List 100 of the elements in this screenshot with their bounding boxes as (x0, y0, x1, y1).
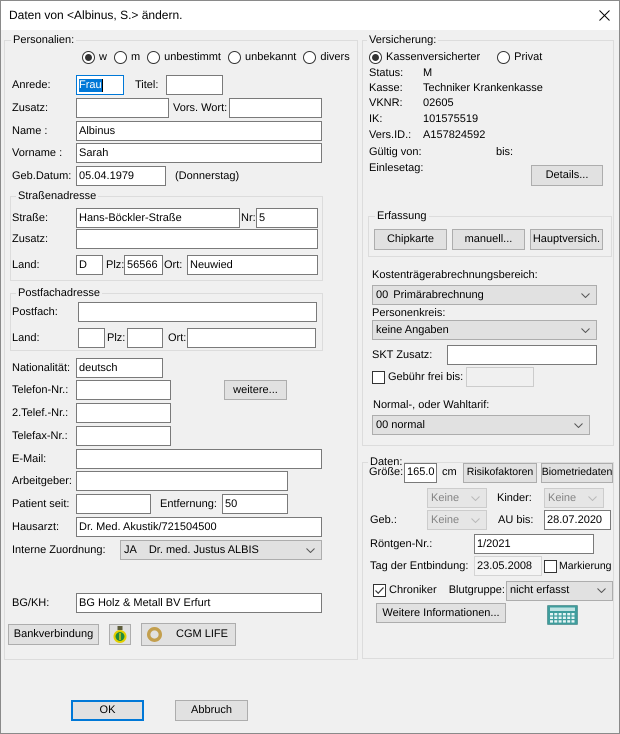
tariff-label: Normal-, oder Wahltarif: (373, 398, 490, 412)
po-city-field[interactable] (187, 328, 316, 348)
ok-button[interactable]: OK (71, 700, 144, 721)
country-field[interactable]: D (76, 255, 103, 275)
email-label: E-Mail: (12, 452, 46, 466)
email-field[interactable] (76, 449, 322, 469)
country-label: Land: (12, 258, 40, 272)
capture-button[interactable]: Hauptversich. (530, 229, 603, 250)
insurance-info-value: M (423, 67, 432, 80)
chevron-down-icon (306, 548, 315, 552)
insurance-info-label: Kasse: (369, 82, 403, 95)
family-doctor-field[interactable]: Dr. Med. Akustik/721504500 (76, 517, 322, 537)
phone-label: Telefon-Nr.: (12, 384, 68, 396)
po-country-field[interactable] (78, 328, 105, 348)
capture-button[interactable]: manuell... (452, 229, 525, 250)
sick-leave-field[interactable]: 28.07.2020 (544, 510, 611, 530)
salutation-field[interactable]: Frau (76, 75, 124, 95)
gender-radio-button[interactable]: m (114, 50, 140, 64)
delivery-date-label: Tag der Entbindung: (370, 560, 468, 572)
internal-assignment-label: Interne Zuordnung: (12, 544, 106, 556)
employer-label: Arbeitgeber: (12, 474, 72, 488)
insurance-type-radio-button[interactable]: Privat (497, 51, 542, 64)
house-number-field[interactable]: 5 (256, 208, 318, 228)
birth-date-field[interactable]: 05.04.1979 (76, 166, 166, 186)
close-icon[interactable] (599, 10, 610, 21)
title-label: Titel: (135, 78, 158, 92)
suffix-field[interactable] (76, 98, 169, 118)
house-number-label: Nr: (241, 212, 256, 224)
second-phone-field[interactable] (76, 403, 171, 423)
tariff-dropdown[interactable]: 00 normal (372, 415, 590, 435)
street-address-legend: Straßenadresse (16, 190, 98, 203)
employer-field[interactable] (76, 471, 288, 491)
city-field[interactable]: Neuwied (187, 255, 318, 275)
cancel-button[interactable]: Abbruch (175, 700, 248, 721)
cgm-life-button[interactable]: CGM LIFE (141, 623, 236, 646)
marking-checkbox[interactable]: Markierung (544, 560, 612, 572)
fee-exempt-checkbox[interactable]: Gebühr frei bis: (372, 370, 464, 384)
xray-number-field[interactable]: 1/2021 (474, 534, 594, 554)
chevron-down-icon (574, 422, 583, 428)
sick-leave-label: AU bis: (498, 514, 534, 526)
chevron-down-icon (471, 496, 480, 500)
details-button[interactable]: Details... (531, 165, 603, 186)
internal-assignment-dropdown[interactable]: JA Dr. med. Justus ALBIS (120, 540, 322, 560)
skt-suffix-field[interactable] (447, 345, 597, 365)
billing-area-dropdown[interactable]: 00 Primärabrechnung (372, 285, 597, 305)
read-date-label: Einlesetag: (369, 162, 424, 175)
insurance-info-value: 02605 (423, 97, 454, 110)
delivery-date-field[interactable]: 23.05.2008 (474, 556, 542, 576)
first-name-field[interactable]: Sarah (76, 143, 322, 163)
calculator-icon[interactable] (547, 605, 578, 625)
insurance-info-value: 101575519 (423, 113, 478, 126)
phone-field[interactable] (76, 380, 171, 400)
person-group-label: Personenkreis: (372, 306, 446, 320)
last-name-field[interactable]: Albinus (76, 121, 322, 141)
fax-field[interactable] (76, 426, 171, 446)
data-button[interactable]: Biometriedaten (541, 462, 613, 482)
po-box-field[interactable] (78, 302, 317, 322)
insurance-info-value: Techniker Krankenkasse (423, 82, 543, 95)
address-suffix-field[interactable] (76, 229, 318, 249)
title-field[interactable] (166, 75, 223, 95)
person-group-dropdown[interactable]: keine Angaben (372, 320, 597, 340)
more-button[interactable]: weitere... (224, 380, 287, 400)
height-field[interactable]: 165.0 (404, 462, 437, 482)
gender-radio-button[interactable]: unbekannt (228, 50, 296, 64)
distance-label: Entfernung: (160, 498, 217, 510)
nationality-field[interactable]: deutsch (76, 358, 163, 378)
employers-liability-field[interactable]: BG Holz & Metall BV Erfurt (76, 593, 322, 613)
billing-area-label: Kostenträgerabrechnungsbereich: (372, 268, 538, 282)
gender-radio-button[interactable]: w (82, 50, 107, 64)
money-bag-button[interactable] (109, 624, 131, 645)
chevron-down-icon (588, 496, 597, 500)
insurance-info-label: Vers.ID.: (369, 129, 412, 142)
suffix-label: Zusatz: (12, 102, 48, 114)
patient-since-field[interactable] (76, 494, 151, 514)
blood-group-label: Blutgruppe: (448, 584, 505, 597)
data-button[interactable]: Risikofaktoren (463, 462, 537, 482)
bank-account-button[interactable]: Bankverbindung (8, 624, 99, 645)
prefix-label: Vors. Wort: (173, 102, 228, 114)
address-suffix-label: Zusatz: (12, 232, 48, 246)
city-label: Ort: (164, 258, 182, 272)
postcode-field[interactable]: 56566 (124, 255, 163, 275)
births-label: Geb.: (370, 514, 397, 526)
first-name-label: Vorname : (12, 146, 62, 160)
insurance-type-radio-button[interactable]: Kassenversicherter (369, 51, 480, 64)
salutation-label: Anrede: (12, 78, 51, 92)
capture-button[interactable]: Chipkarte (374, 229, 447, 250)
blood-group-dropdown[interactable]: nicht erfasst (506, 580, 613, 600)
valid-from-label: Gültig von: (369, 146, 422, 159)
postcode-label: Plz: (106, 258, 124, 272)
chronic-checkbox[interactable]: Chroniker (373, 584, 437, 597)
capture-legend: Erfassung (375, 210, 429, 223)
po-postcode-field[interactable] (127, 328, 163, 348)
street-field[interactable]: Hans-Böckler-Straße (76, 208, 240, 228)
gender-radio-button[interactable]: unbestimmt (147, 50, 221, 64)
prefix-field[interactable] (229, 98, 322, 118)
children-label: Kinder: (497, 492, 532, 504)
gender-radio-button[interactable]: divers (303, 50, 350, 64)
window-title: Daten von <Albinus, S.> ändern. (9, 8, 182, 23)
more-information-button[interactable]: Weitere Informationen... (376, 603, 506, 623)
distance-field[interactable]: 50 (222, 494, 288, 514)
